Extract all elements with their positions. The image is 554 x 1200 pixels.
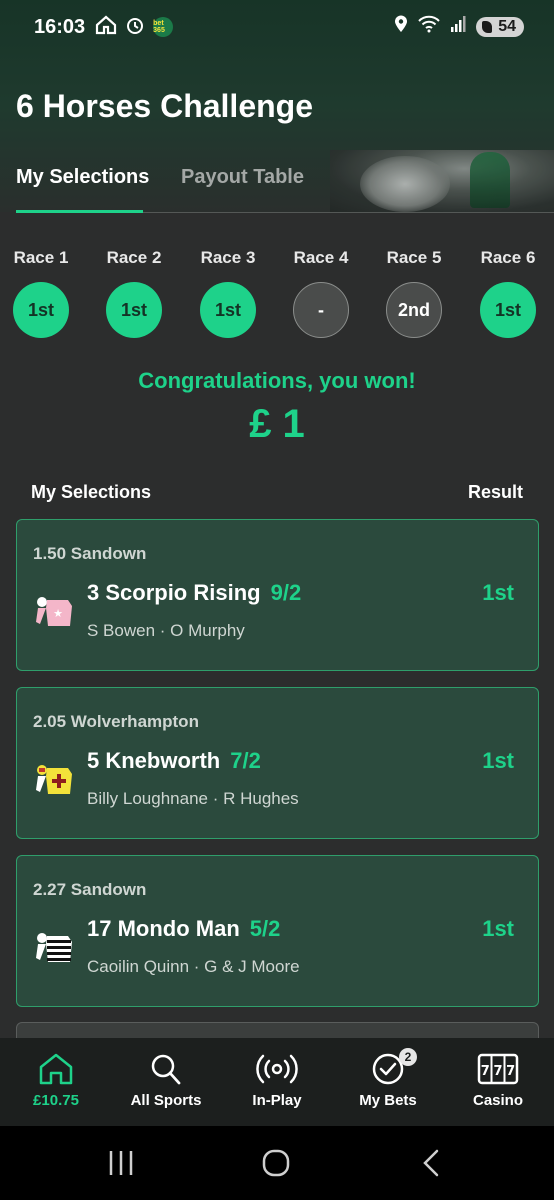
svg-text:7: 7 [506, 1064, 515, 1079]
selection-result: 1st [482, 916, 514, 941]
svg-text:7: 7 [493, 1064, 502, 1079]
pink-star-silks-icon: ★ [36, 597, 72, 626]
race-label: Race 4 [293, 248, 349, 267]
race-label: Race 2 [106, 248, 162, 267]
signal-icon [450, 15, 466, 39]
bet365-icon: bet 365 [153, 17, 174, 37]
race-meeting: 1.50 Sandown [33, 544, 147, 563]
horse-odds: 7/2 [230, 748, 261, 773]
nav-all-sports[interactable]: All Sports [111, 1052, 221, 1109]
race-result-badge: 1st [480, 282, 536, 338]
alarm-icon [125, 15, 145, 40]
svg-text:7: 7 [481, 1064, 490, 1079]
horse-name: 5 Knebworth 7/2 [87, 748, 261, 774]
nav-label: All Sports [130, 1092, 202, 1109]
tab-bar: My Selections Payout Table [0, 160, 554, 213]
battery-icon: 54 [476, 17, 524, 37]
wifi-icon [418, 15, 440, 39]
selection-card[interactable]: 1.50 Sandown ★ 3 Scorpio Rising 9/2 S Bow… [16, 519, 539, 671]
slot-machine-icon: 7 7 7 [477, 1053, 519, 1085]
race-1[interactable]: Race 1 1st [1, 248, 81, 338]
jockey-trainer: S Bowen · O Murphy [87, 621, 245, 640]
status-time: 16:03 [34, 15, 86, 38]
nav-label: My Bets [359, 1092, 417, 1109]
race-result-badge: 1st [13, 282, 69, 338]
race-label: Race 1 [13, 248, 69, 267]
jockey-trainer: Caoilin Quinn · G & J Moore [87, 957, 300, 976]
selection-result: 1st [482, 580, 514, 605]
my-selections-heading: My Selections [31, 482, 152, 502]
race-result-badge: 1st [106, 282, 162, 338]
black-white-hoops-silks-icon [36, 933, 72, 962]
win-message: Congratulations, you won! [138, 368, 416, 393]
horse-odds: 5/2 [249, 916, 281, 941]
race-meeting: 2.05 Wolverhampton [33, 712, 199, 731]
horse-name: 3 Scorpio Rising 9/2 [87, 580, 301, 606]
race-meeting: 2.27 Sandown [33, 880, 147, 899]
selection-card[interactable]: 2.27 Sandown 17 Mondo Man 5/2 Caoilin Qui… [16, 855, 539, 1007]
page-title: 6 Horses Challenge [16, 88, 313, 124]
home-button-icon[interactable] [261, 1148, 291, 1178]
selection-result: 1st [482, 748, 514, 773]
location-icon [394, 15, 408, 39]
tab-payout-table[interactable]: Payout Table [181, 166, 304, 189]
tab-my-selections[interactable]: My Selections [16, 166, 149, 189]
home-icon [95, 15, 117, 40]
race-2[interactable]: Race 2 1st [94, 248, 174, 338]
race-result-badge: 2nd [386, 282, 442, 338]
search-icon [151, 1054, 181, 1085]
result-heading: Result [467, 482, 523, 502]
horse-name: 17 Mondo Man 5/2 [87, 916, 280, 942]
recent-apps-icon[interactable] [108, 1148, 134, 1178]
balance-label: £10.75 [33, 1092, 79, 1109]
race-5[interactable]: Race 5 2nd [374, 248, 454, 338]
horse-name-text: 5 Knebworth [87, 748, 221, 773]
nav-label: Casino [472, 1092, 523, 1109]
selection-card[interactable]: 2.05 Wolverhampton 5 Knebworth 7/2 Billy … [16, 687, 539, 839]
system-nav-bar [0, 1126, 554, 1200]
race-result-badge: - [293, 282, 349, 338]
svg-text:★: ★ [53, 607, 63, 620]
race-results-row: Race 1 1st Race 2 1st Race 3 1st Race 4 … [0, 248, 554, 348]
race-3[interactable]: Race 3 1st [188, 248, 268, 338]
race-4[interactable]: Race 4 - [281, 248, 361, 338]
back-icon[interactable] [420, 1148, 442, 1178]
horse-odds: 9/2 [270, 580, 302, 605]
bets-count-badge: 2 [399, 1048, 417, 1066]
race-label: Race 6 [480, 248, 536, 267]
jockey-trainer: Billy Loughnane · R Hughes [87, 789, 299, 808]
yellow-cross-silks-icon [36, 765, 72, 794]
nav-my-bets[interactable]: 2 My Bets [333, 1048, 443, 1109]
bottom-nav: £10.75 All Sports In-Play 2 My Bets 7 7 … [0, 1038, 554, 1126]
nav-in-play[interactable]: In-Play [222, 1052, 332, 1109]
nav-label: In-Play [252, 1092, 302, 1109]
in-play-icon [256, 1054, 298, 1084]
win-amount: £ 1 [249, 402, 305, 446]
home-icon [39, 1053, 73, 1085]
horse-name-text: 3 Scorpio Rising [87, 580, 261, 605]
horse-name-text: 17 Mondo Man [87, 916, 240, 941]
race-result-badge: 1st [200, 282, 256, 338]
nav-home[interactable]: £10.75 [1, 1052, 111, 1109]
race-label: Race 3 [200, 248, 256, 267]
active-tab-indicator [16, 210, 143, 213]
race-6[interactable]: Race 6 1st [468, 248, 548, 338]
nav-casino[interactable]: 7 7 7 Casino [443, 1052, 553, 1109]
status-bar: 16:03 bet 365 54 [0, 0, 554, 54]
race-label: Race 5 [386, 248, 442, 267]
